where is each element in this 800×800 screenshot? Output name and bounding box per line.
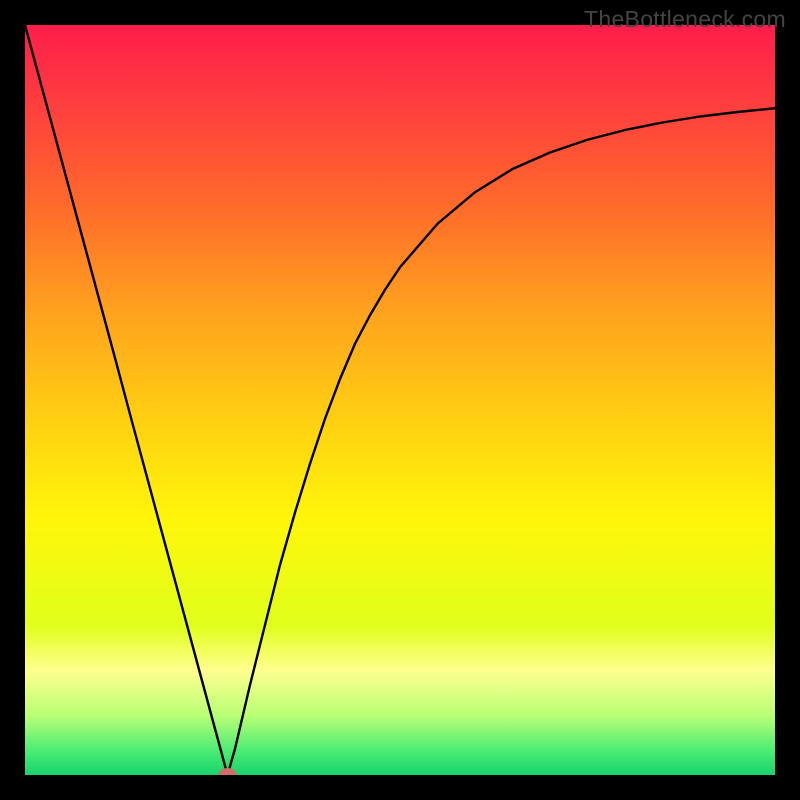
plot-area [25,25,775,775]
chart-background [25,25,775,775]
bottleneck-curve-chart [25,25,775,775]
chart-frame: TheBottleneck.com [0,0,800,800]
watermark-label: TheBottleneck.com [584,6,786,33]
